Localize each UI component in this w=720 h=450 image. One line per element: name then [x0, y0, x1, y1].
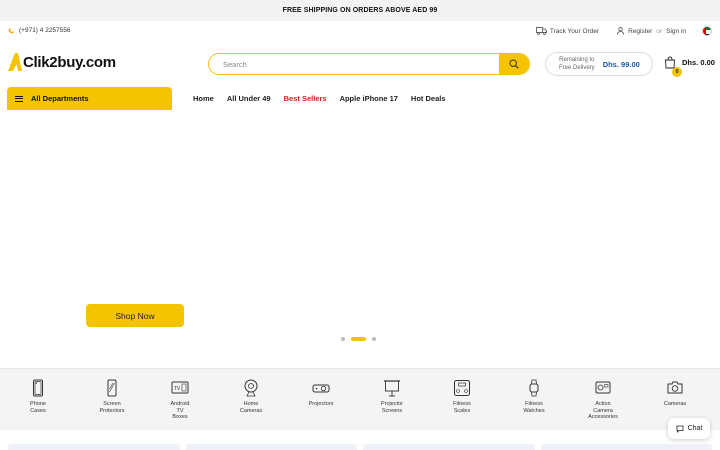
- category-projector-screens[interactable]: Projector Screens: [362, 379, 422, 414]
- nav-link-hot-deals[interactable]: Hot Deals: [411, 94, 446, 103]
- category-label: Fitness Scales: [453, 401, 471, 414]
- main-header: Clik2buy.com Remaining to Free Delivery …: [0, 41, 720, 86]
- main-nav: Home All Under 49 Best Sellers Apple iPh…: [193, 94, 446, 103]
- category-label: Phone Cases: [30, 401, 46, 414]
- or-separator: or: [656, 27, 663, 35]
- category-action-camera-accessories[interactable]: Action Camera Accessories: [573, 379, 633, 421]
- cart-button[interactable]: 0 Dhs. 0.00: [664, 56, 715, 77]
- hero-banner: Shop Now: [0, 111, 720, 367]
- promo-tile[interactable]: [540, 444, 712, 450]
- shop-now-button[interactable]: Shop Now: [86, 304, 184, 327]
- nav-link-all-under-49[interactable]: All Under 49: [227, 94, 271, 103]
- delivery-label-line1: Remaining to: [559, 57, 595, 63]
- carousel-dots: [341, 337, 376, 341]
- phone-contact[interactable]: (+971) 4 2257556: [8, 27, 71, 34]
- category-fitness-watches[interactable]: Fitness Watches: [504, 379, 564, 414]
- register-link[interactable]: Register: [628, 28, 652, 35]
- nav-link-home[interactable]: Home: [193, 94, 214, 103]
- promo-strip: [8, 444, 712, 450]
- carousel-dot-active[interactable]: [351, 337, 366, 341]
- tv-box-icon: TV: [171, 381, 189, 394]
- signin-link[interactable]: Sign in: [666, 28, 686, 35]
- category-label: Projectors: [308, 401, 334, 407]
- category-strip: Phone Cases Screen Protectors TV Android TV…: [0, 368, 720, 430]
- carousel-dot[interactable]: [341, 337, 345, 341]
- category-fitness-scales[interactable]: Fitness Scales: [432, 379, 492, 414]
- truck-icon: [535, 27, 547, 35]
- category-label: Android TV Boxes: [170, 401, 190, 421]
- promo-tile[interactable]: [8, 444, 180, 450]
- delivery-label: Remaining to Free Delivery: [559, 56, 595, 72]
- shipping-banner-text: FREE SHIPPING ON ORDERS ABOVE AED 99: [282, 7, 438, 14]
- all-departments-label: All Departments: [31, 94, 89, 103]
- category-screen-protectors[interactable]: Screen Protectors: [82, 379, 142, 414]
- scale-icon: [454, 380, 470, 396]
- delivery-remaining-amount: Dhs. 99.00: [602, 59, 640, 69]
- logo-text: Clik2buy.com: [23, 53, 116, 71]
- category-projectors[interactable]: Projectors: [291, 379, 351, 408]
- promo-tile[interactable]: [185, 444, 357, 450]
- free-delivery-meter: Remaining to Free Delivery Dhs. 99.00: [545, 52, 653, 76]
- svg-text:TV: TV: [174, 386, 181, 392]
- screen-protector-icon: [107, 379, 117, 397]
- user-icon: [617, 27, 625, 35]
- menu-icon: [15, 95, 23, 102]
- chat-icon: [676, 425, 683, 433]
- category-label: Screen Protectors: [99, 401, 125, 414]
- action-camera-icon: [595, 381, 611, 394]
- cart-bag: 0: [664, 56, 682, 77]
- camera-icon: [667, 381, 683, 394]
- category-label: Action Camera Accessories: [588, 401, 618, 421]
- watch-icon: [529, 379, 539, 397]
- nav-link-best-sellers[interactable]: Best Sellers: [284, 94, 327, 103]
- carousel-dot[interactable]: [372, 337, 376, 341]
- projector-screen-icon: [384, 380, 400, 397]
- search-icon: [509, 59, 519, 69]
- cart-count-badge: 0: [672, 67, 682, 77]
- phone-number: (+971) 4 2257556: [19, 27, 71, 34]
- info-bar: (+971) 4 2257556 Track Your Order Regist…: [0, 21, 720, 41]
- search-button[interactable]: [499, 54, 529, 74]
- cart-total: Dhs. 0.00: [682, 58, 715, 67]
- site-logo[interactable]: Clik2buy.com: [8, 53, 116, 71]
- category-label: Projector Screens: [380, 401, 403, 414]
- delivery-label-line2: Free Delivery: [559, 65, 595, 71]
- search-bar: [208, 53, 530, 75]
- shipping-banner: FREE SHIPPING ON ORDERS ABOVE AED 99: [0, 0, 720, 21]
- uae-flag-icon[interactable]: [702, 26, 712, 36]
- category-label: Home Cameras: [239, 401, 263, 414]
- chat-button[interactable]: Chat: [668, 418, 710, 439]
- promo-tile[interactable]: [363, 444, 535, 450]
- all-departments-button[interactable]: All Departments: [7, 87, 172, 110]
- track-order-link[interactable]: Track Your Order: [535, 27, 600, 35]
- nav-link-apple-iphone-17[interactable]: Apple iPhone 17: [340, 94, 398, 103]
- category-cameras[interactable]: Cameras: [645, 379, 705, 408]
- category-label: Cameras: [663, 401, 687, 407]
- logo-mark-icon: [8, 53, 22, 71]
- chat-label: Chat: [687, 425, 703, 432]
- account-links: Track Your Order Register or Sign in: [535, 26, 712, 36]
- navigation-row: All Departments Home All Under 49 Best S…: [0, 87, 720, 111]
- category-android-tv-boxes[interactable]: TV Android TV Boxes: [150, 379, 210, 421]
- search-input[interactable]: [209, 54, 499, 74]
- category-home-cameras[interactable]: Home Cameras: [221, 379, 281, 414]
- category-label: Fitness Watches: [523, 401, 545, 414]
- track-order-label: Track Your Order: [549, 27, 600, 35]
- projector-icon: [312, 384, 330, 393]
- account-area: Register or Sign in: [617, 27, 686, 35]
- category-phone-cases[interactable]: Phone Cases: [8, 379, 68, 414]
- phone-case-icon: [33, 379, 43, 397]
- phone-icon: [8, 28, 14, 33]
- home-camera-icon: [244, 379, 258, 397]
